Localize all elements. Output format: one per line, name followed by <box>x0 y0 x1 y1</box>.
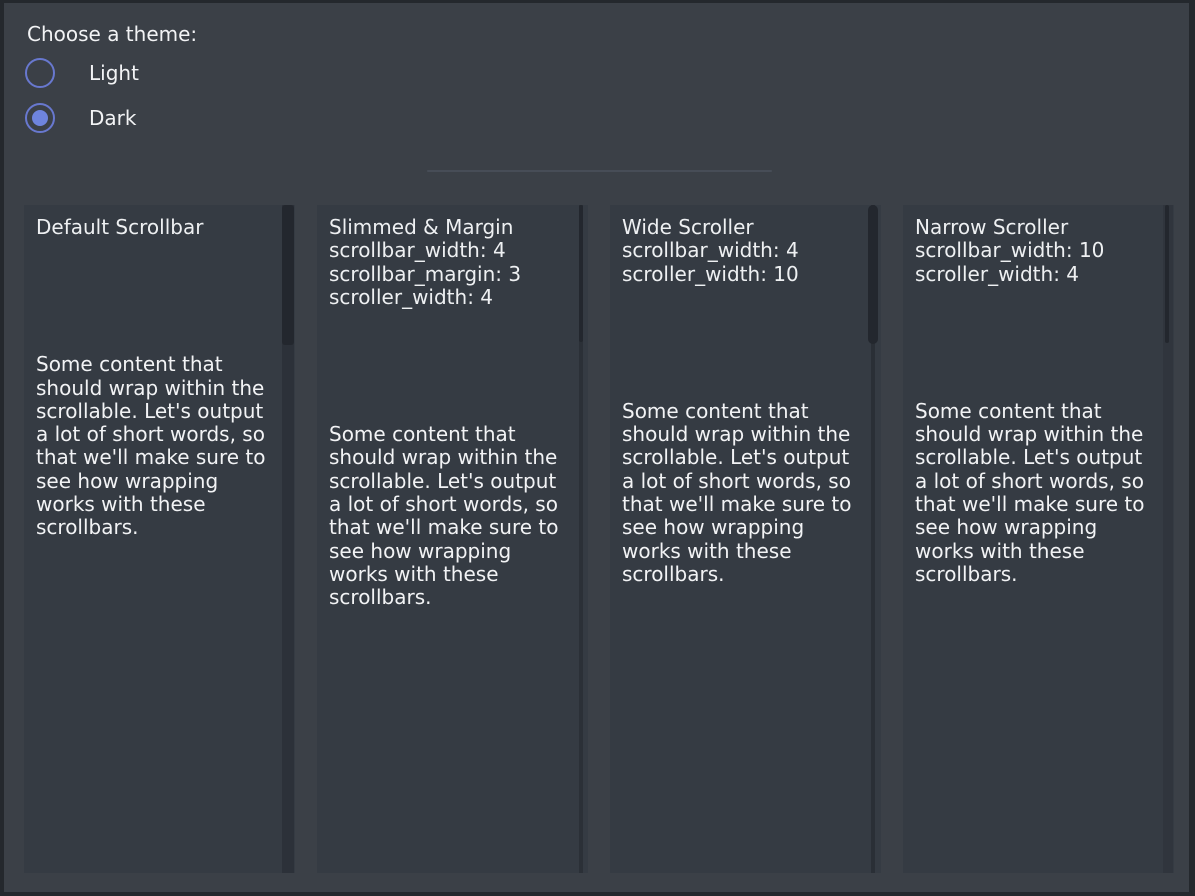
panel-param: scrollbar_width: 4 <box>622 239 860 262</box>
scrollbar-thumb[interactable] <box>282 205 294 345</box>
panel-header: Narrow Scroller scrollbar_width: 10 scro… <box>915 216 1153 286</box>
panel-body-text: Some content that should wrap within the… <box>915 400 1153 586</box>
panel-param: scroller_width: 4 <box>329 286 567 309</box>
choose-theme-label: Choose a theme: <box>27 23 197 46</box>
panel-param: scrollbar_width: 10 <box>915 239 1153 262</box>
scrollbar-thumb[interactable] <box>579 205 583 342</box>
scroll-panel-default[interactable]: Default Scrollbar Some content that shou… <box>24 205 295 873</box>
panel-body-text: Some content that should wrap within the… <box>622 400 860 586</box>
vertical-scrollbar[interactable] <box>579 205 583 873</box>
panel-body-text: Some content that should wrap within the… <box>36 353 274 539</box>
radio-option-dark[interactable]: Dark <box>25 103 136 133</box>
vertical-scrollbar[interactable] <box>282 205 294 873</box>
vertical-scrollbar[interactable] <box>1163 205 1173 873</box>
scrollbar-thumb[interactable] <box>1165 205 1169 343</box>
radio-label-light: Light <box>89 61 139 85</box>
panel-param: scroller_width: 4 <box>915 263 1153 286</box>
panel-param: scrollbar_width: 4 <box>329 239 567 262</box>
scroll-panel-narrow[interactable]: Narrow Scroller scrollbar_width: 10 scro… <box>903 205 1174 873</box>
radio-selected-icon[interactable] <box>25 103 55 133</box>
panel-param: scroller_width: 10 <box>622 263 860 286</box>
panel-title: Wide Scroller <box>622 216 860 239</box>
panel-param: scrollbar_margin: 3 <box>329 263 567 286</box>
panel-header: Slimmed & Margin scrollbar_width: 4 scro… <box>329 216 567 309</box>
panel-header: Wide Scroller scrollbar_width: 4 scrolle… <box>622 216 860 286</box>
radio-label-dark: Dark <box>89 106 136 130</box>
vertical-scrollbar[interactable] <box>868 205 878 873</box>
radio-option-light[interactable]: Light <box>25 58 139 88</box>
app-window: Choose a theme: Light Dark Default Scrol… <box>4 3 1189 892</box>
panel-body-text: Some content that should wrap within the… <box>329 423 567 609</box>
scroll-panel-slimmed[interactable]: Slimmed & Margin scrollbar_width: 4 scro… <box>317 205 588 873</box>
panel-title: Slimmed & Margin <box>329 216 567 239</box>
scroll-panel-wide[interactable]: Wide Scroller scrollbar_width: 4 scrolle… <box>610 205 881 873</box>
radio-unselected-icon[interactable] <box>25 58 55 88</box>
panel-header: Default Scrollbar <box>36 216 274 239</box>
scrollbar-thumb[interactable] <box>868 205 878 344</box>
panel-title: Narrow Scroller <box>915 216 1153 239</box>
panel-title: Default Scrollbar <box>36 216 274 239</box>
horizontal-divider <box>427 170 772 172</box>
